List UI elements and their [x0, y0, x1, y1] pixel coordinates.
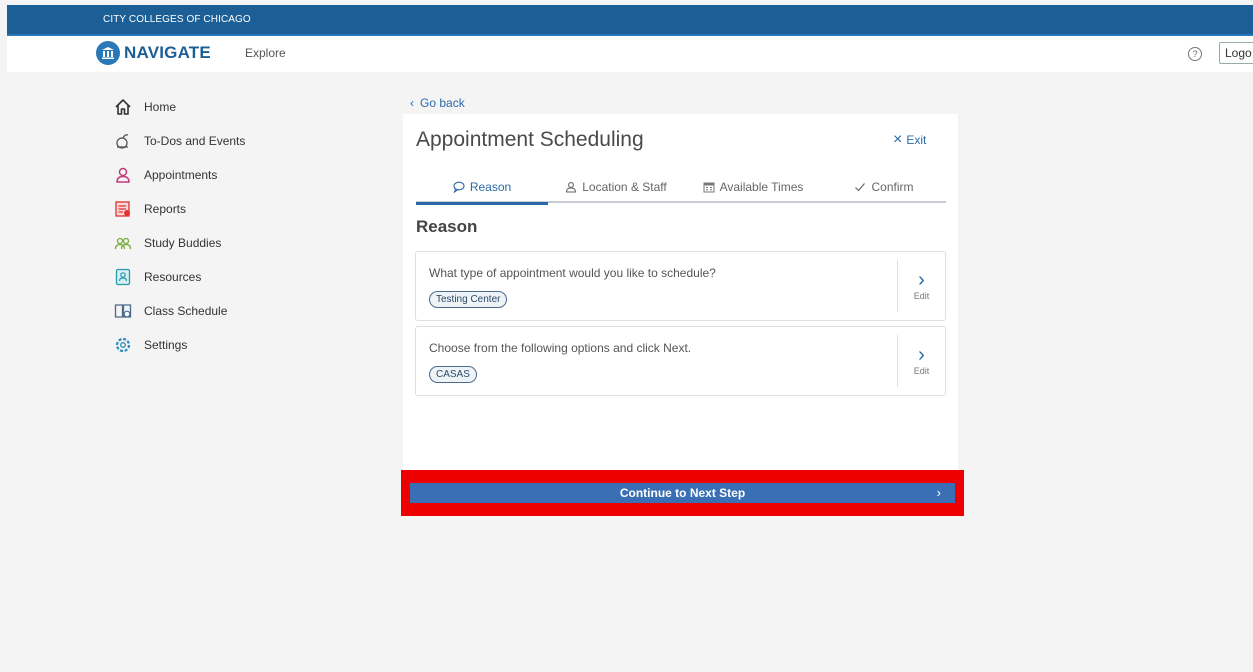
tab-label: Available Times — [719, 180, 804, 194]
help-icon[interactable]: ? — [1188, 47, 1202, 61]
chevron-right-icon: › — [918, 344, 925, 366]
chevron-right-icon: › — [918, 269, 925, 291]
exit-label: Exit — [906, 133, 927, 147]
sidebar-nav: Home To-Dos and Events Appointments Repo… — [112, 90, 312, 362]
chevron-left-icon: ‹ — [410, 96, 414, 110]
sidebar-item-class-schedule[interactable]: Class Schedule — [112, 294, 312, 328]
answer-chip: Testing Center — [429, 291, 508, 308]
question-appointment-type: What type of appointment would you like … — [415, 251, 946, 321]
brand-name: NAVIGATE — [124, 43, 211, 62]
answer-chip: CASAS — [429, 366, 477, 383]
app-header: NAVIGATE Explore ? Logo — [7, 36, 1253, 72]
sidebar-item-home[interactable]: Home — [112, 90, 312, 124]
todo-icon — [112, 130, 134, 152]
study-buddies-icon — [112, 232, 134, 254]
sidebar-item-resources[interactable]: Resources — [112, 260, 312, 294]
section-title: Reason — [416, 217, 478, 236]
sidebar-item-label: Reports — [144, 202, 187, 216]
edit-label: Edit — [913, 366, 930, 376]
calendar-icon — [703, 181, 715, 193]
appointment-card: Appointment Scheduling × Exit Reason Loc… — [403, 114, 958, 474]
home-icon — [112, 96, 134, 118]
question-text: Choose from the following options and cl… — [429, 341, 692, 355]
sidebar-item-reports[interactable]: Reports — [112, 192, 312, 226]
edit-label: Edit — [913, 291, 930, 301]
tab-reason[interactable]: Reason — [416, 171, 548, 205]
tab-label: Location & Staff — [582, 180, 667, 194]
tab-label: Confirm — [871, 180, 914, 194]
top-banner: CITY COLLEGES OF CHICAGO — [7, 5, 1253, 36]
page-title: Appointment Scheduling — [416, 128, 644, 151]
explore-link[interactable]: Explore — [245, 46, 286, 60]
close-icon: × — [893, 131, 903, 148]
resources-icon — [112, 266, 134, 288]
person-icon — [112, 164, 134, 186]
edit-button[interactable]: › Edit — [897, 335, 945, 387]
navigate-logo[interactable]: NAVIGATE — [96, 39, 211, 67]
sidebar-item-settings[interactable]: Settings — [112, 328, 312, 362]
sidebar-item-todos[interactable]: To-Dos and Events — [112, 124, 312, 158]
class-schedule-icon — [112, 300, 134, 322]
continue-label: Continue to Next Step — [619, 486, 746, 500]
sidebar-item-label: To-Dos and Events — [144, 134, 246, 148]
gear-icon — [112, 334, 134, 356]
logout-button[interactable]: Logo — [1219, 42, 1253, 64]
reports-icon — [112, 198, 134, 220]
tab-location-staff[interactable]: Location & Staff — [548, 171, 684, 203]
sidebar-item-study-buddies[interactable]: Study Buddies — [112, 226, 312, 260]
go-back-label: Go back — [420, 96, 465, 110]
question-options: Choose from the following options and cl… — [415, 326, 946, 396]
checkmark-icon — [854, 181, 866, 193]
sidebar-item-appointments[interactable]: Appointments — [112, 158, 312, 192]
tab-label: Reason — [469, 180, 512, 194]
person-icon — [565, 181, 577, 193]
edit-button[interactable]: › Edit — [897, 260, 945, 312]
sidebar-item-label: Home — [144, 100, 177, 114]
tab-confirm[interactable]: Confirm — [822, 171, 946, 203]
speech-bubble-icon — [453, 181, 465, 193]
chevron-right-icon: › — [936, 485, 941, 500]
sidebar-item-label: Resources — [144, 270, 202, 284]
sidebar-item-label: Study Buddies — [144, 236, 222, 250]
institution-name: CITY COLLEGES OF CHICAGO — [103, 14, 251, 25]
page: CITY COLLEGES OF CHICAGO NAVIGATE Explor… — [0, 0, 1253, 672]
step-tabs: Reason Location & Staff Available Times … — [416, 171, 946, 205]
question-text: What type of appointment would you like … — [429, 266, 716, 280]
sidebar-item-label: Appointments — [144, 168, 218, 182]
exit-button[interactable]: × Exit — [893, 131, 927, 148]
continue-next-step-button[interactable]: Continue to Next Step › — [410, 483, 955, 503]
go-back-link[interactable]: ‹ Go back — [410, 96, 465, 110]
navigate-building-icon — [96, 41, 120, 65]
sidebar-item-label: Settings — [144, 338, 188, 352]
tab-available-times[interactable]: Available Times — [684, 171, 822, 203]
sidebar-item-label: Class Schedule — [144, 304, 228, 318]
